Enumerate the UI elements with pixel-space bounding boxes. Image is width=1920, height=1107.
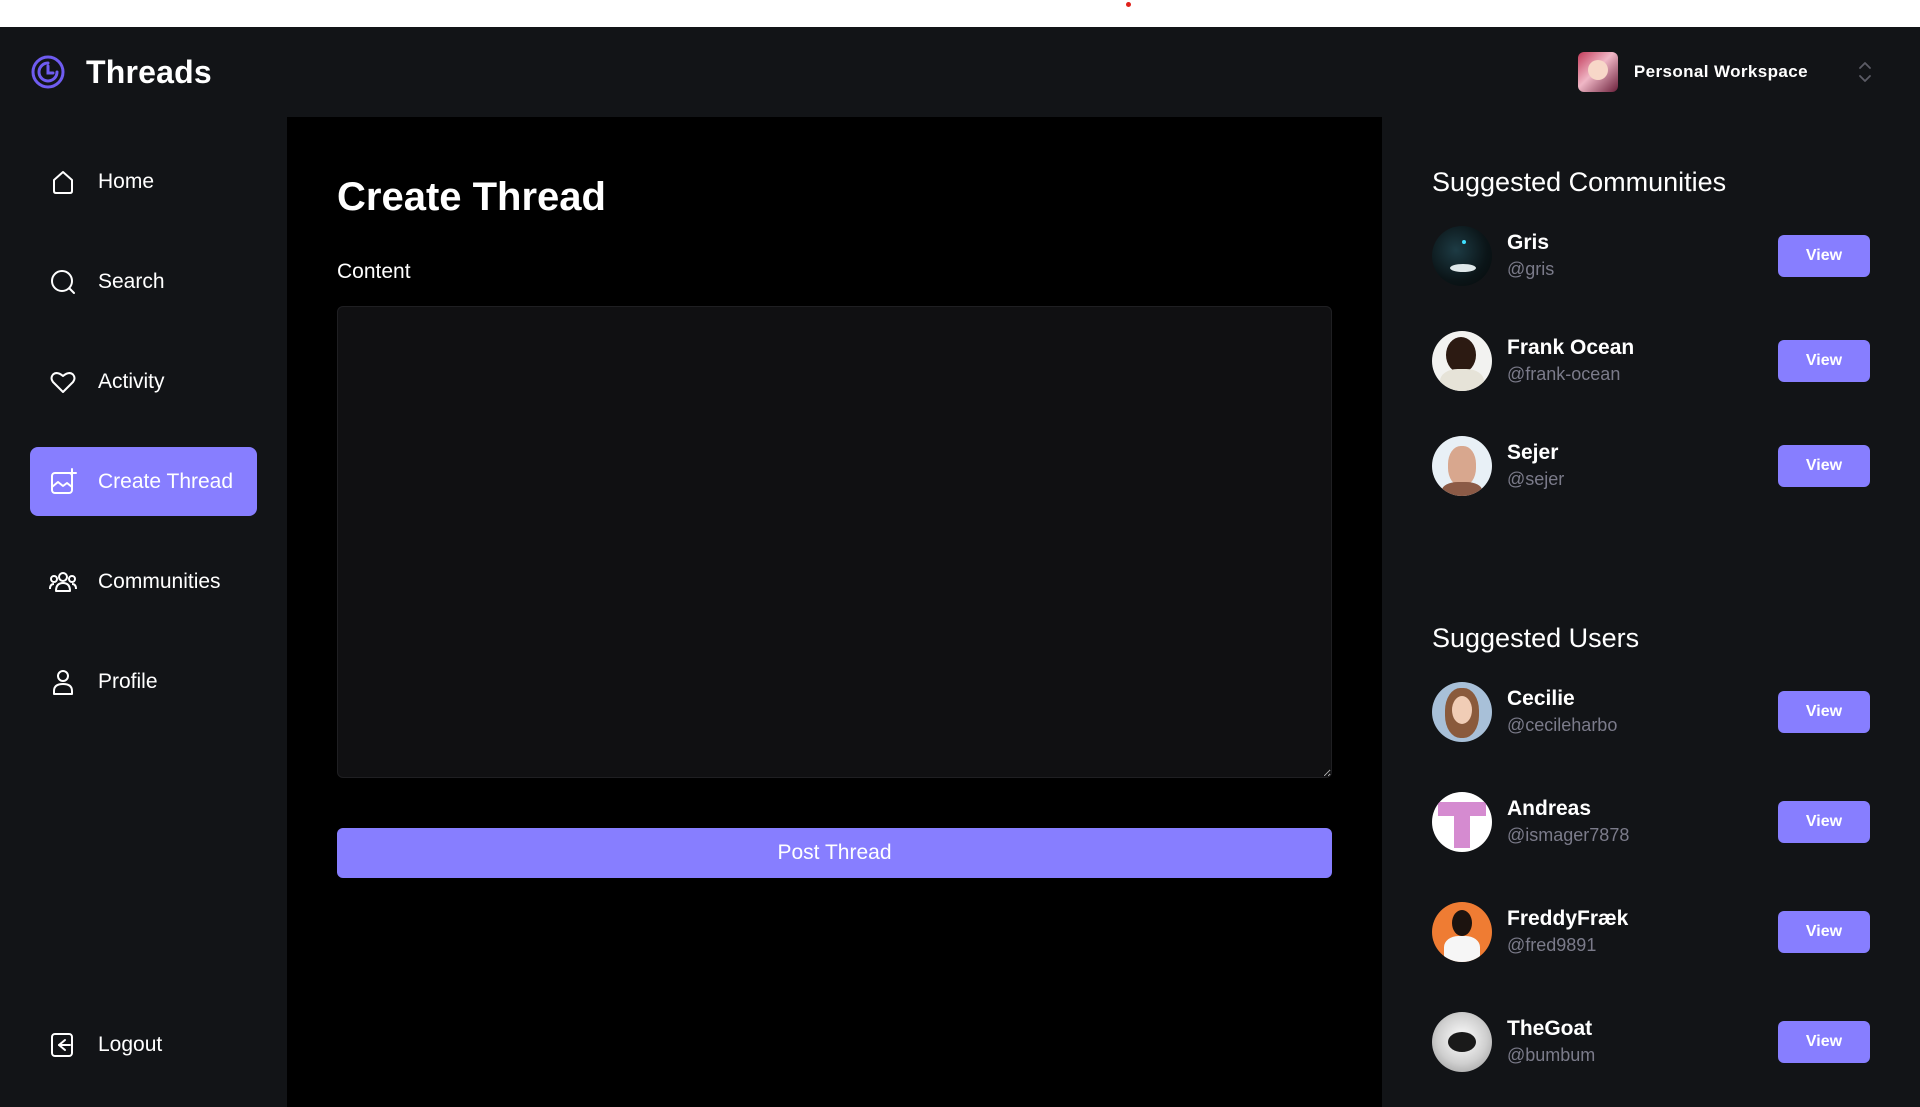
content-label: Content (337, 260, 411, 283)
threads-logo-icon (31, 55, 65, 89)
user-item-freddyfraek: FreddyFræk @fred9891 View (1432, 902, 1870, 962)
left-sidebar: Home Search Activity Create Thread Commu… (0, 117, 287, 1107)
view-community-button[interactable]: View (1778, 235, 1870, 277)
user-name: Cecilie (1507, 687, 1575, 710)
logout-label: Logout (98, 1033, 163, 1056)
nav-item-create-thread[interactable]: Create Thread (30, 447, 257, 516)
community-name: Frank Ocean (1507, 336, 1635, 359)
workspace-avatar (1577, 52, 1618, 92)
communities-icon (49, 571, 77, 592)
nav-item-communities[interactable]: Communities (30, 547, 257, 616)
home-icon (53, 170, 73, 194)
community-name: Gris (1507, 231, 1550, 254)
logout-icon (51, 1033, 73, 1057)
post-thread-button[interactable]: Post Thread (337, 828, 1332, 878)
page-title: Create Thread (337, 175, 606, 219)
content-textarea[interactable] (337, 306, 1332, 778)
nav-label: Profile (98, 669, 158, 693)
user-handle: @fred9891 (1507, 935, 1597, 955)
user-avatar (1432, 902, 1492, 962)
user-icon (53, 669, 73, 695)
user-name: FreddyFræk (1507, 907, 1629, 930)
user-name: TheGoat (1507, 1017, 1593, 1040)
user-handle: @bumbum (1507, 1045, 1596, 1065)
nav-item-home[interactable]: Home (30, 147, 257, 216)
brand[interactable]: Threads (30, 54, 212, 91)
user-avatar (1432, 1012, 1492, 1072)
community-item-frank-ocean: Frank Ocean @frank-ocean View (1432, 331, 1870, 391)
community-avatar (1432, 436, 1492, 496)
user-item-cecilie: Cecilie @cecileharbo View (1432, 682, 1870, 742)
right-sidebar: Suggested Communities Gris @gris View Fr… (1382, 117, 1920, 1107)
community-avatar (1432, 226, 1492, 286)
user-handle: @cecileharbo (1507, 715, 1618, 735)
view-community-button[interactable]: View (1778, 340, 1870, 382)
user-avatar (1432, 682, 1492, 742)
logout-button[interactable]: Logout (30, 1015, 257, 1075)
view-user-button[interactable]: View (1778, 801, 1870, 843)
nav-label: Home (98, 169, 155, 193)
app-title: Threads (86, 53, 212, 90)
browser-strip (0, 0, 1920, 27)
main-content: Create Thread Content Post Thread (287, 117, 1382, 1107)
user-avatar (1432, 792, 1492, 852)
view-user-button[interactable]: View (1778, 1021, 1870, 1063)
nav-label: Communities (98, 569, 221, 593)
community-item-sejer: Sejer @sejer View (1432, 436, 1870, 496)
community-item-gris: Gris @gris View (1432, 226, 1870, 286)
chevron-up-down-icon[interactable] (1858, 59, 1872, 85)
view-community-button[interactable]: View (1778, 445, 1870, 487)
nav-item-search[interactable]: Search (30, 247, 257, 316)
top-bar: Threads Personal Workspace (0, 27, 1920, 117)
nav-label: Search (98, 269, 165, 293)
nav-label: Create Thread (98, 469, 234, 493)
suggested-communities-title: Suggested Communities (1432, 167, 1727, 197)
community-handle: @frank-ocean (1507, 364, 1621, 384)
user-name: Andreas (1507, 797, 1592, 820)
recording-dot (1126, 2, 1131, 7)
view-user-button[interactable]: View (1778, 911, 1870, 953)
suggested-users-title: Suggested Users (1432, 623, 1640, 653)
community-handle: @sejer (1507, 469, 1565, 489)
workspace-switcher[interactable]: Personal Workspace (1577, 52, 1890, 92)
suggested-communities-list: Gris @gris View Frank Ocean @frank-ocean… (1432, 226, 1870, 496)
suggested-users-list: Cecilie @cecileharbo View Andreas @ismag… (1432, 682, 1870, 1072)
workspace-name: Personal Workspace (1633, 62, 1808, 81)
user-handle: @ismager7878 (1507, 825, 1630, 845)
nav-label: Activity (98, 369, 165, 393)
nav-item-profile[interactable]: Profile (30, 647, 257, 716)
user-item-thegoat: TheGoat @bumbum View (1432, 1012, 1870, 1072)
user-item-andreas: Andreas @ismager7878 View (1432, 792, 1870, 852)
heart-icon (50, 371, 76, 393)
community-name: Sejer (1507, 441, 1559, 464)
nav-item-activity[interactable]: Activity (30, 347, 257, 416)
create-thread-icon (51, 467, 77, 494)
search-icon (51, 269, 75, 294)
community-handle: @gris (1507, 259, 1555, 279)
view-user-button[interactable]: View (1778, 691, 1870, 733)
community-avatar (1432, 331, 1492, 391)
